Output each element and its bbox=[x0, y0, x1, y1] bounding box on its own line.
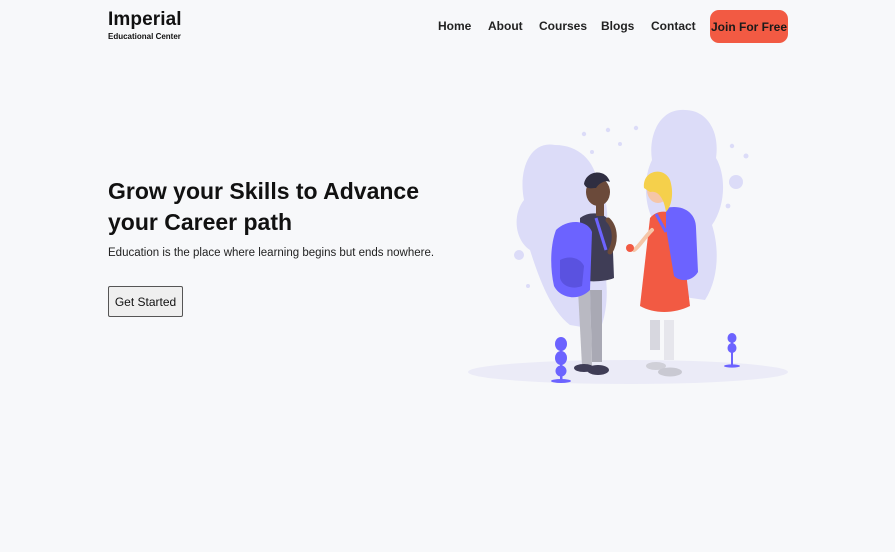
hero-subtitle: Education is the place where learning be… bbox=[108, 247, 435, 259]
hero-title: Grow your Skills to Advance your Career … bbox=[108, 178, 420, 235]
landing-page: Imperial Educational Center Home About C… bbox=[0, 0, 895, 552]
brand-tagline: Educational Center bbox=[108, 32, 181, 41]
students-with-backpacks-illustration bbox=[468, 109, 788, 384]
plant-right bbox=[724, 333, 740, 368]
ground-shadow bbox=[468, 360, 788, 384]
nav-courses[interactable]: Courses bbox=[539, 19, 587, 33]
get-started-button[interactable]: Get Started bbox=[108, 286, 183, 317]
nav-contact[interactable]: Contact bbox=[651, 19, 696, 33]
nav-home[interactable]: Home bbox=[438, 19, 471, 33]
nav-about[interactable]: About bbox=[488, 19, 523, 33]
brand-name: Imperial bbox=[108, 9, 182, 30]
brand-logo[interactable]: Imperial Educational Center bbox=[108, 10, 182, 42]
nav-blogs[interactable]: Blogs bbox=[601, 19, 634, 33]
join-for-free-button[interactable]: Join For Free bbox=[710, 10, 788, 43]
